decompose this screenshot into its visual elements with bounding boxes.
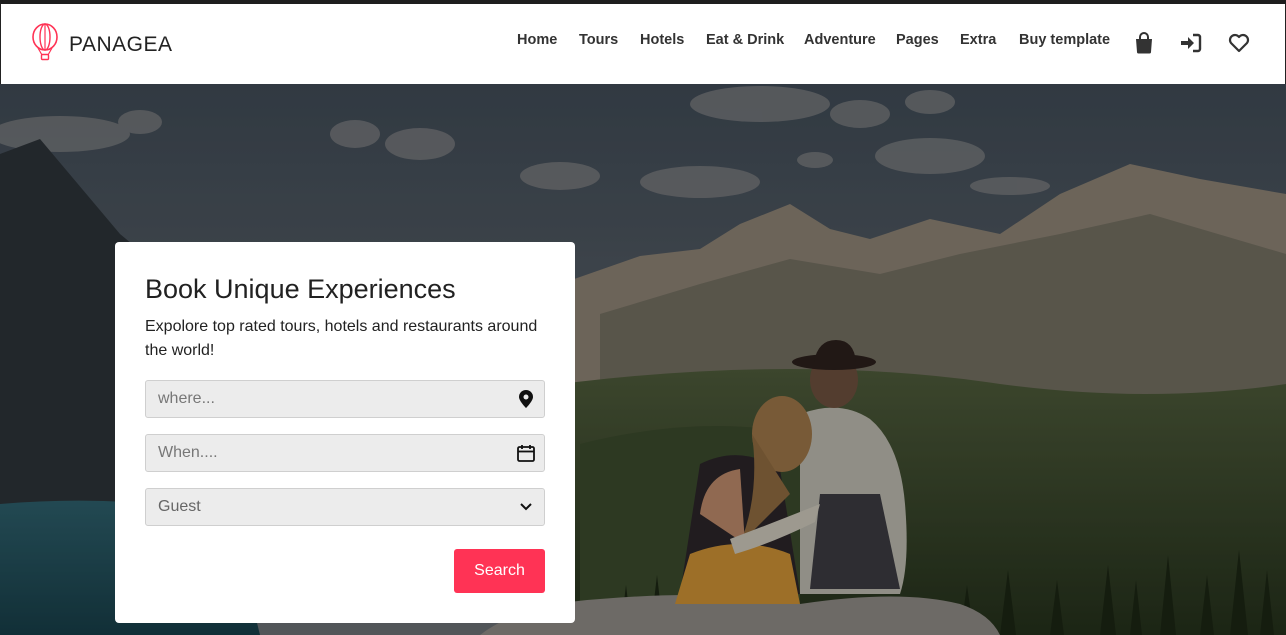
heart-icon[interactable] [1227,31,1251,55]
brand-name: PANAGEA [69,32,173,56]
calendar-icon[interactable] [516,443,536,463]
site-header: PANAGEA Home Tours Hotels Eat & Drink Ad… [0,4,1286,84]
brand-link[interactable]: PANAGEA [31,23,172,66]
where-field[interactable] [145,380,545,418]
nav-hotels[interactable]: Hotels [640,32,684,48]
hot-air-balloon-icon [31,23,59,66]
nav-tours[interactable]: Tours [579,32,618,48]
nav-pages[interactable]: Pages [896,32,939,48]
booking-card: Book Unique Experiences Expolore top rat… [115,242,575,623]
shopping-bag-icon[interactable] [1132,31,1156,55]
nav-buy-template[interactable]: Buy template [1019,32,1110,48]
where-input[interactable] [146,381,544,417]
sign-in-icon[interactable] [1179,31,1203,55]
when-input[interactable] [146,435,544,471]
booking-subtitle: Expolore top rated tours, hotels and res… [145,318,538,359]
guest-select[interactable]: Guest [145,488,545,526]
search-button[interactable]: Search [454,549,545,593]
nav-home[interactable]: Home [517,32,557,48]
booking-title: Book Unique Experiences [145,274,456,304]
nav-extra[interactable]: Extra [960,32,996,48]
when-field[interactable] [145,434,545,472]
nav-adventure[interactable]: Adventure [804,32,876,48]
chevron-down-icon [516,497,536,517]
map-pin-icon [516,389,536,409]
nav-eat-drink[interactable]: Eat & Drink [706,32,784,48]
guest-select-value: Guest [158,498,201,515]
